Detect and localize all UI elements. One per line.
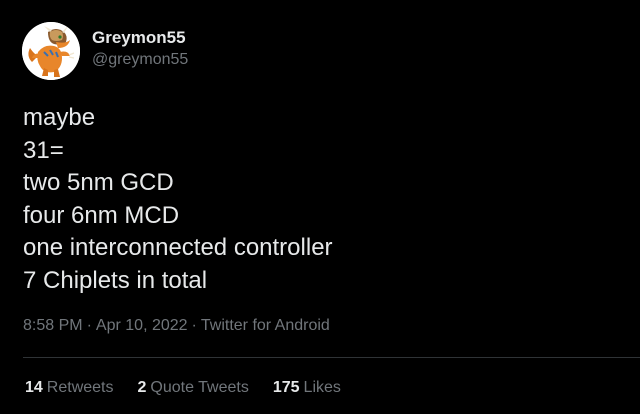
likes-stat[interactable]: 175 Likes (273, 378, 341, 398)
engagement-stats: 14 Retweets 2 Quote Tweets 175 Likes (25, 378, 365, 398)
avatar[interactable] (22, 22, 80, 80)
quote-tweets-stat[interactable]: 2 Quote Tweets (138, 378, 249, 398)
meta-separator: · (191, 317, 197, 334)
user-handle[interactable]: @greymon55 (92, 49, 188, 71)
tweet-text-line: 31= (23, 136, 64, 164)
tweet-text-line: two 5nm GCD (23, 169, 174, 196)
tweet-text-line: maybe (23, 104, 96, 131)
likes-count: 175 (272, 379, 300, 396)
quote-tweets-count: 2 (137, 379, 147, 396)
tweet-text-line: one interconnected controller (23, 234, 333, 261)
tweet-meta: 8:58 PM · Apr 10, 2022 · Twitter for Android (23, 316, 330, 336)
tweet-text-line: four 6nm MCD (23, 201, 180, 229)
tweet-date[interactable]: Apr 10, 2022 (96, 317, 188, 334)
likes-label: Likes (303, 379, 341, 396)
tweet-header: Greymon55 @greymon55 (22, 22, 188, 80)
display-name[interactable]: Greymon55 (92, 27, 188, 49)
retweets-label: Retweets (46, 379, 114, 396)
divider (23, 357, 640, 358)
tweet-text-line: 7 Chiplets in total (23, 266, 208, 294)
orange-dinosaur-avatar-icon (22, 22, 80, 80)
quote-tweets-label: Quote Tweets (150, 379, 249, 396)
meta-separator: · (86, 317, 92, 334)
retweets-count: 14 (25, 379, 43, 396)
retweets-stat[interactable]: 14 Retweets (25, 378, 114, 398)
tweet-text: maybe 31= two 5nm GCD four 6nm MCD one i… (23, 102, 623, 297)
tweet-time[interactable]: 8:58 PM (23, 317, 83, 334)
tweet-source[interactable]: Twitter for Android (201, 317, 330, 334)
author-names: Greymon55 @greymon55 (92, 27, 188, 71)
tweet-card: Greymon55 @greymon55 maybe 31= two 5nm G… (0, 0, 640, 414)
